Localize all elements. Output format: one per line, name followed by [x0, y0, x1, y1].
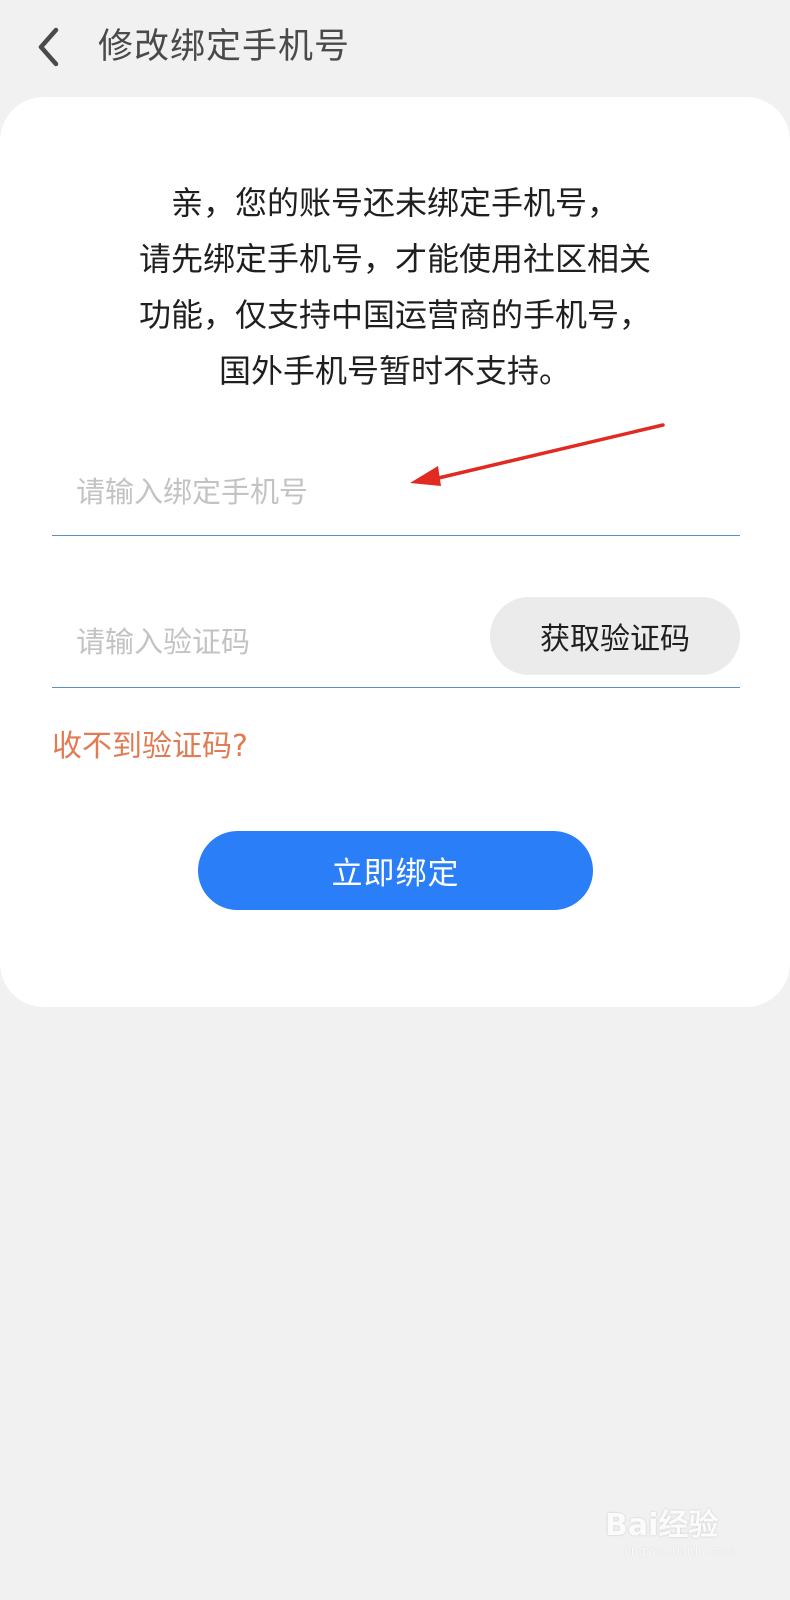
top-bar: 修改绑定手机号	[0, 0, 790, 96]
notice-line: 请先绑定手机号，才能使用社区相关	[138, 240, 651, 278]
no-code-link[interactable]: 收不到验证码?	[52, 725, 248, 769]
watermark-url: jingyan.baidu.com	[624, 1544, 735, 1558]
chevron-left-icon	[38, 27, 59, 67]
verification-code-input[interactable]	[76, 597, 456, 687]
red-arrow-annotation	[410, 423, 665, 486]
page-title: 修改绑定手机号	[98, 27, 351, 67]
bind-now-button[interactable]: 立即绑定	[198, 831, 593, 910]
notice-line: 国外手机号暂时不支持。	[218, 352, 571, 390]
watermark-logo: Bai经验	[605, 1508, 719, 1543]
bind-notice: 亲，您的账号还未绑定手机号， 请先绑定手机号，才能使用社区相关 功能，仅支持中国…	[60, 175, 730, 399]
notice-line: 功能，仅支持中国运营商的手机号，	[138, 296, 651, 334]
bind-phone-card: 亲，您的账号还未绑定手机号， 请先绑定手机号，才能使用社区相关 功能，仅支持中国…	[0, 97, 790, 1007]
baidu-jingyan-watermark: Bai经验 jingyan.baidu.com	[605, 1508, 755, 1558]
back-button[interactable]	[28, 20, 72, 74]
notice-line: 亲，您的账号还未绑定手机号，	[170, 184, 619, 222]
get-code-button[interactable]: 获取验证码	[490, 597, 740, 675]
verification-code-field: 获取验证码	[52, 597, 740, 688]
